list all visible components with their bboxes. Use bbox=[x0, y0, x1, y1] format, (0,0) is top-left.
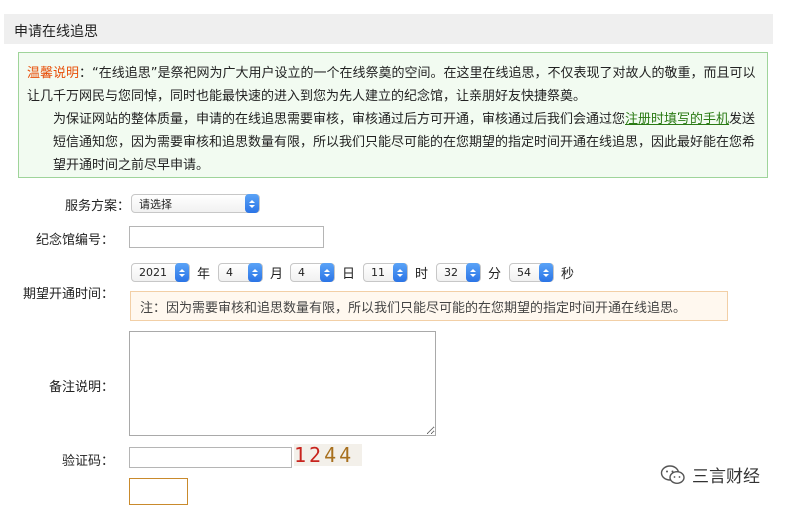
hall-number-label: 纪念馆编号： bbox=[35, 233, 114, 248]
select-arrows-icon bbox=[539, 263, 553, 282]
time-hint: 注：因为需要审核和追思数量有限，所以我们只能尽可能的在您期望的指定时间开通在线追… bbox=[130, 291, 728, 321]
select-arrows-icon bbox=[175, 263, 189, 282]
hall-number-input[interactable] bbox=[129, 226, 324, 248]
captcha-digit: 4 bbox=[324, 443, 340, 467]
minute-unit: 分 bbox=[488, 267, 502, 282]
month-select[interactable]: 4 bbox=[218, 263, 263, 282]
select-arrows-icon bbox=[245, 194, 259, 213]
select-arrows-icon bbox=[393, 263, 407, 282]
service-select-value: 请选择 bbox=[139, 197, 172, 211]
second-select-value: 54 bbox=[517, 266, 531, 279]
day-unit: 日 bbox=[342, 267, 356, 282]
remark-label: 备注说明： bbox=[48, 380, 114, 395]
minute-select-value: 32 bbox=[444, 266, 458, 279]
wechat-icon bbox=[660, 464, 685, 484]
submit-button[interactable] bbox=[129, 478, 188, 505]
month-unit: 月 bbox=[270, 267, 284, 282]
hour-unit: 时 bbox=[415, 267, 429, 282]
service-label: 服务方案： bbox=[64, 199, 130, 214]
phone-link[interactable]: 注册时填写的手机 bbox=[625, 112, 729, 127]
captcha-input[interactable] bbox=[129, 447, 292, 468]
captcha-digit: 4 bbox=[339, 443, 355, 467]
day-select-value: 4 bbox=[298, 266, 305, 279]
captcha-label: 验证码： bbox=[61, 454, 114, 469]
day-select[interactable]: 4 bbox=[290, 263, 335, 282]
section-header: 申请在线追思 bbox=[4, 14, 773, 44]
notice-paragraph-2: 为保证网站的整体质量，申请的在线追思需要审核，审核通过后方可开通，审核通过后我们… bbox=[27, 108, 759, 177]
notice-p1-text: ：“在线追思”是祭祀网为广大用户设立的一个在线祭奠的空间。在这里在线追思，不仅表… bbox=[27, 66, 756, 104]
captcha-image[interactable]: 1244 bbox=[294, 444, 362, 466]
select-arrows-icon bbox=[466, 263, 480, 282]
notice-p2-before: 为保证网站的整体质量，申请的在线追思需要审核，审核通过后方可开通，审核通过后我们… bbox=[53, 112, 626, 127]
second-select[interactable]: 54 bbox=[509, 263, 554, 282]
year-select-value: 2021 bbox=[139, 266, 167, 279]
watermark-text: 三言财经 bbox=[692, 467, 760, 487]
notice-lead: 温馨说明 bbox=[27, 66, 80, 81]
year-unit: 年 bbox=[197, 267, 211, 282]
remark-textarea[interactable] bbox=[129, 331, 436, 436]
hour-select-value: 11 bbox=[371, 266, 385, 279]
watermark: 三言财经 bbox=[660, 462, 760, 487]
hour-select[interactable]: 11 bbox=[363, 263, 408, 282]
month-select-value: 4 bbox=[226, 266, 233, 279]
minute-select[interactable]: 32 bbox=[436, 263, 481, 282]
year-select[interactable]: 2021 bbox=[131, 263, 190, 282]
section-title: 申请在线追思 bbox=[14, 24, 98, 40]
select-arrows-icon bbox=[320, 263, 334, 282]
select-arrows-icon bbox=[248, 263, 262, 282]
expected-time-label: 期望开通时间： bbox=[22, 287, 114, 302]
captcha-digit: 2 bbox=[309, 443, 325, 467]
captcha-digit: 1 bbox=[294, 443, 310, 467]
service-select[interactable]: 请选择 bbox=[131, 194, 260, 213]
second-unit: 秒 bbox=[561, 267, 575, 282]
notice-box: 温馨说明：“在线追思”是祭祀网为广大用户设立的一个在线祭奠的空间。在这里在线追思… bbox=[18, 52, 768, 178]
notice-paragraph-1: 温馨说明：“在线追思”是祭祀网为广大用户设立的一个在线祭奠的空间。在这里在线追思… bbox=[27, 62, 759, 108]
